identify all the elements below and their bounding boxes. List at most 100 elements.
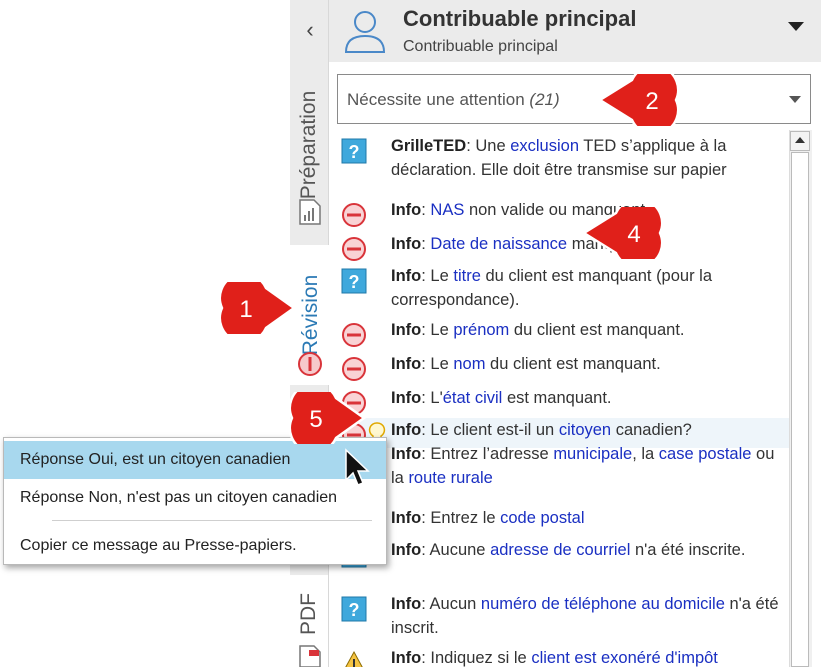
filter-label: Nécessite une attention (21) [347,90,560,110]
field-link[interactable]: titre [453,267,481,285]
tab-revision-label: Révision [299,274,322,356]
filter-label-text: Nécessite une attention [347,90,525,109]
message-source: Info [391,509,422,527]
chevron-down-icon[interactable] [788,22,804,31]
review-message-text: Info: L'état civil est manquant. [391,386,783,410]
review-message-text: GrilleTED: Une exclusion TED s’applique … [391,134,783,182]
review-message-row[interactable]: ?Info: Entrez l’adresse municipale, la c… [337,442,789,498]
review-message-text: Info: Le prénom du client est manquant. [391,318,783,342]
callout-4: 4 [581,207,664,259]
svg-text:?: ? [349,272,360,292]
review-message-row[interactable]: ? GrilleTED: Une exclusion TED s’applique… [337,134,789,190]
field-link[interactable]: municipale [553,445,632,463]
no-entry-icon [341,236,367,262]
review-message-text: Info: Aucune adresse de courriel n'a été… [391,538,783,562]
chart-doc-icon [299,199,321,225]
callout-1-label: 1 [239,296,252,323]
user-icon [344,11,386,53]
callout-2: 2 [597,74,680,126]
callout-4-label: 4 [627,221,640,248]
review-message-row[interactable]: ? Info: Le titre du client est manquant (… [337,264,789,316]
message-fragment: : Indiquez si le [421,649,532,667]
review-message-row[interactable]: Info: NAS non valide ou manquant. [337,198,789,228]
callout-5: 5 [288,392,367,444]
no-entry-icon [298,352,322,376]
review-message-text: Info: Le nom du client est manquant. [391,352,783,376]
field-link[interactable]: case postale [659,445,752,463]
menu-item-copy-message[interactable]: Copier ce message au Presse-papiers. [4,527,386,565]
review-message-row[interactable]: Info: Le prénom du client est manquant. [337,318,789,348]
field-link[interactable]: NAS [430,201,464,219]
message-fragment: : Le [421,267,454,285]
review-message-row[interactable]: ? Info: Aucun numéro de téléphone au domi… [337,592,789,644]
field-link[interactable]: exclusion [510,137,579,155]
scrollbar-thumb[interactable] [791,152,809,667]
review-message-text: Info: Entrez l’adresse municipale, la ca… [391,442,783,490]
message-fragment: n'a été inscrite. [630,541,746,559]
message-source: Info [391,649,422,667]
filter-count: (21) [529,90,560,109]
message-fragment: : Le [421,321,454,339]
callout-1: 1 [218,282,297,334]
chevron-left-icon: ‹ [306,17,314,42]
field-link[interactable]: état civil [443,389,503,407]
message-fragment: est manquant. [502,389,612,407]
field-link[interactable]: numéro de téléphone au domicile [481,595,725,613]
scroll-up-button[interactable] [790,131,810,151]
no-entry-icon [341,322,367,348]
message-fragment: : Le [421,355,454,373]
review-message-text: Info: Indiquez si le client est exonéré … [391,646,783,667]
filter-dropdown[interactable]: Nécessite une attention (21) [337,74,811,124]
review-message-text: Info: Aucun numéro de téléphone au domic… [391,592,783,640]
svg-text:?: ? [349,142,360,162]
menu-separator [52,520,372,521]
message-source: Info [391,421,422,439]
field-link[interactable]: adresse de courriel [490,541,630,559]
review-message-row[interactable]: Info: L'état civil est manquant. [337,386,789,416]
review-message-text: Info: Le client est-il un citoyen canadi… [391,418,783,442]
message-source: Info [391,321,422,339]
message-source: Info [391,267,422,285]
message-fragment: : L' [421,389,443,407]
message-fragment: : Entrez l’adresse [421,445,554,463]
field-link[interactable]: code postal [500,509,584,527]
review-message-text: Info: Le titre du client est manquant (p… [391,264,783,312]
field-link[interactable]: nom [453,355,485,373]
review-message-row[interactable]: Info: Date de naissance manquante. [337,232,789,262]
menu-item-answer-no[interactable]: Réponse Non, n'est pas un citoyen canadi… [4,479,386,517]
field-link[interactable]: prénom [453,321,509,339]
page-title: Contribuable principal [403,6,637,31]
message-source: Info [391,235,422,253]
question-icon: ? [341,138,367,164]
question-icon: ? [341,596,367,622]
review-message-row[interactable]: Info: Indiquez si le client est exonéré … [337,646,789,667]
message-source: Info [391,445,422,463]
page-subtitle: Contribuable principal [403,38,558,55]
review-message-row[interactable]: ?Info: Entrez le code postal [337,506,789,536]
message-fragment: : Le client est-il un [421,421,559,439]
message-fragment: canadien? [611,421,692,439]
collapse-panel-button[interactable]: ‹ [298,18,322,42]
pdf-doc-icon [299,645,321,667]
field-link[interactable]: client est exonéré d'impôt [531,649,718,667]
warning-icon [341,650,367,667]
field-link[interactable]: route rurale [408,469,492,487]
mouse-cursor-icon [345,448,370,486]
message-fragment: , la [632,445,659,463]
message-fragment: : Aucune [421,541,491,559]
field-link[interactable]: Date de naissance [430,235,567,253]
message-source: GrilleTED [391,137,467,155]
context-menu: Réponse Oui, est un citoyen canadien Rép… [3,437,387,565]
review-message-text: Info: Entrez le code postal [391,506,783,530]
menu-item-answer-yes[interactable]: Réponse Oui, est un citoyen canadien [4,441,386,479]
review-message-row[interactable]: ?Info: Aucune adresse de courriel n'a ét… [337,538,789,590]
review-message-list: ? GrilleTED: Une exclusion TED s’applique… [337,130,789,667]
message-source: Info [391,201,422,219]
question-icon: ? [341,268,367,294]
review-message-row[interactable]: Info: Le nom du client est manquant. [337,352,789,382]
field-link[interactable]: citoyen [559,421,611,439]
message-source: Info [391,389,422,407]
chevron-down-icon [789,96,801,103]
no-entry-icon [341,202,367,228]
message-fragment: : Une [466,137,511,155]
